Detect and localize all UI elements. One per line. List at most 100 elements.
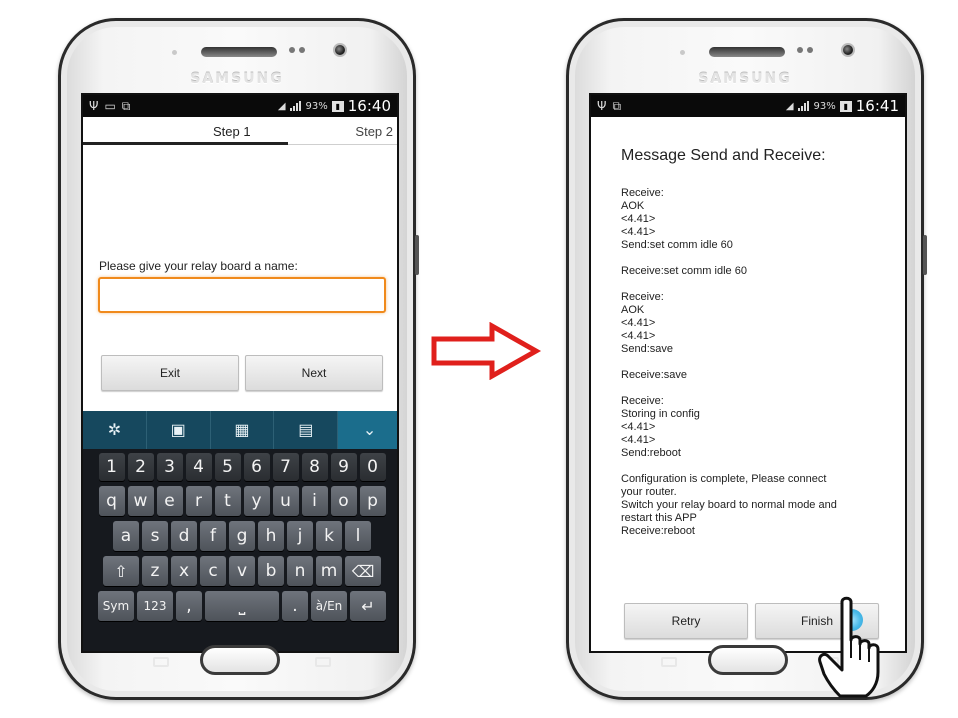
screenshot-icon: ⧉ bbox=[612, 98, 622, 113]
log-line: <4.41> bbox=[621, 226, 656, 238]
backspace-key[interactable]: ⌫ bbox=[345, 556, 381, 586]
key-d[interactable]: d bbox=[171, 521, 197, 551]
key-b[interactable]: b bbox=[258, 556, 284, 586]
key-1[interactable]: 1 bbox=[98, 453, 125, 481]
battery-icon: ▮ bbox=[331, 100, 344, 112]
key-w[interactable]: w bbox=[127, 486, 154, 516]
key-t[interactable]: t bbox=[214, 486, 241, 516]
key-g[interactable]: g bbox=[229, 521, 255, 551]
key-s[interactable]: s bbox=[142, 521, 168, 551]
log-line: AOK bbox=[621, 304, 645, 316]
brand-logo: SAMSUNG bbox=[190, 71, 284, 87]
key-l[interactable]: l bbox=[345, 521, 371, 551]
log-line: Send:save bbox=[621, 343, 673, 355]
key-k[interactable]: k bbox=[316, 521, 342, 551]
key-q[interactable]: q bbox=[98, 486, 125, 516]
front-camera bbox=[841, 43, 855, 57]
key-v[interactable]: v bbox=[229, 556, 255, 586]
key-c[interactable]: c bbox=[200, 556, 226, 586]
key-y[interactable]: y bbox=[243, 486, 270, 516]
sensor-dot bbox=[797, 47, 803, 53]
log-line: <4.41> bbox=[621, 317, 656, 329]
retry-button[interactable]: Retry bbox=[624, 603, 748, 639]
phone-step-1: SAMSUNG Ψ ▭ ⧉ ◢ 93% ▮ 16:40 Step 1 Step … bbox=[58, 18, 419, 700]
key-6[interactable]: 6 bbox=[243, 453, 270, 481]
log-line: Receive:reboot bbox=[621, 525, 695, 537]
key-9[interactable]: 9 bbox=[330, 453, 357, 481]
clock: 16:40 bbox=[347, 97, 391, 115]
keyboard-toolbar: ✲ ▣ ▦ ▤ ⌄ bbox=[83, 411, 397, 449]
key-x[interactable]: x bbox=[171, 556, 197, 586]
key-p[interactable]: p bbox=[359, 486, 386, 516]
language-key[interactable]: à/En bbox=[311, 591, 347, 621]
log-line: Send:set comm idle 60 bbox=[621, 239, 733, 251]
keyboard-settings-icon[interactable]: ✲ bbox=[83, 411, 147, 449]
step-tabs: Step 1 Step 2 bbox=[83, 117, 397, 145]
key-0[interactable]: 0 bbox=[359, 453, 386, 481]
log-line: Receive: bbox=[621, 187, 664, 199]
next-button[interactable]: Next bbox=[245, 355, 383, 391]
log-line: Switch your relay board to normal mode a… bbox=[621, 499, 837, 511]
comma-key[interactable]: , bbox=[176, 591, 202, 621]
key-3[interactable]: 3 bbox=[156, 453, 183, 481]
wifi-icon: ◢ bbox=[277, 100, 286, 112]
key-i[interactable]: i bbox=[301, 486, 328, 516]
key-e[interactable]: e bbox=[156, 486, 183, 516]
usb-icon: Ψ bbox=[89, 99, 99, 113]
battery-percent: 93% bbox=[813, 100, 836, 112]
key-a[interactable]: a bbox=[113, 521, 139, 551]
board-name-input[interactable] bbox=[98, 277, 386, 313]
tab-step-2[interactable]: Step 2 bbox=[355, 124, 393, 139]
sensor-dot bbox=[299, 47, 305, 53]
key-z[interactable]: z bbox=[142, 556, 168, 586]
enter-key[interactable]: ↵ bbox=[350, 591, 386, 621]
handwriting-icon[interactable]: ▤ bbox=[274, 411, 339, 449]
key-o[interactable]: o bbox=[330, 486, 357, 516]
key-2[interactable]: 2 bbox=[127, 453, 154, 481]
status-bar: Ψ ⧉ ◢ 93% ▮ 16:41 bbox=[591, 95, 905, 117]
exit-button[interactable]: Exit bbox=[101, 355, 239, 391]
battery-percent: 93% bbox=[305, 100, 328, 112]
sensor-dot bbox=[807, 47, 813, 53]
period-key[interactable]: . bbox=[282, 591, 308, 621]
key-7[interactable]: 7 bbox=[272, 453, 299, 481]
shift-key[interactable]: ⇧ bbox=[103, 556, 139, 586]
key-4[interactable]: 4 bbox=[185, 453, 212, 481]
earpiece bbox=[709, 47, 785, 57]
back-softkey-icon bbox=[315, 657, 331, 667]
right-arrow-icon bbox=[431, 322, 542, 380]
earpiece bbox=[201, 47, 277, 57]
key-5[interactable]: 5 bbox=[214, 453, 241, 481]
pointing-hand-icon bbox=[818, 596, 880, 698]
log-line: Receive:save bbox=[621, 369, 688, 381]
key-n[interactable]: n bbox=[287, 556, 313, 586]
clipboard-icon[interactable]: ▣ bbox=[147, 411, 211, 449]
screenshot-icon: ⧉ bbox=[121, 98, 131, 113]
key-u[interactable]: u bbox=[272, 486, 299, 516]
sym-key[interactable]: Sym bbox=[98, 591, 134, 621]
tab-step-1[interactable]: Step 1 bbox=[213, 124, 251, 139]
screen: Ψ ⧉ ◢ 93% ▮ 16:41 Message Send and Recei… bbox=[589, 93, 907, 653]
log-line: Receive:set comm idle 60 bbox=[621, 265, 747, 277]
home-button bbox=[708, 645, 788, 675]
key-j[interactable]: j bbox=[287, 521, 313, 551]
space-key[interactable]: ⎵ bbox=[205, 591, 279, 621]
power-key bbox=[415, 235, 419, 275]
key-f[interactable]: f bbox=[200, 521, 226, 551]
brand-logo: SAMSUNG bbox=[698, 71, 792, 87]
key-m[interactable]: m bbox=[316, 556, 342, 586]
log-line: <4.41> bbox=[621, 330, 656, 342]
key-r[interactable]: r bbox=[185, 486, 212, 516]
collapse-keyboard-icon[interactable]: ⌄ bbox=[338, 411, 397, 449]
keyboard-layout-icon[interactable]: ▦ bbox=[211, 411, 275, 449]
numbers-key[interactable]: 123 bbox=[137, 591, 173, 621]
screen: Ψ ▭ ⧉ ◢ 93% ▮ 16:40 Step 1 Step 2 Please… bbox=[81, 93, 399, 653]
status-bar: Ψ ▭ ⧉ ◢ 93% ▮ 16:40 bbox=[83, 95, 397, 117]
speaker-dot bbox=[680, 50, 685, 55]
tutorial-figure: SAMSUNG Ψ ▭ ⧉ ◢ 93% ▮ 16:40 Step 1 Step … bbox=[0, 0, 958, 718]
log-line: restart this APP bbox=[621, 512, 697, 524]
key-8[interactable]: 8 bbox=[301, 453, 328, 481]
key-h[interactable]: h bbox=[258, 521, 284, 551]
